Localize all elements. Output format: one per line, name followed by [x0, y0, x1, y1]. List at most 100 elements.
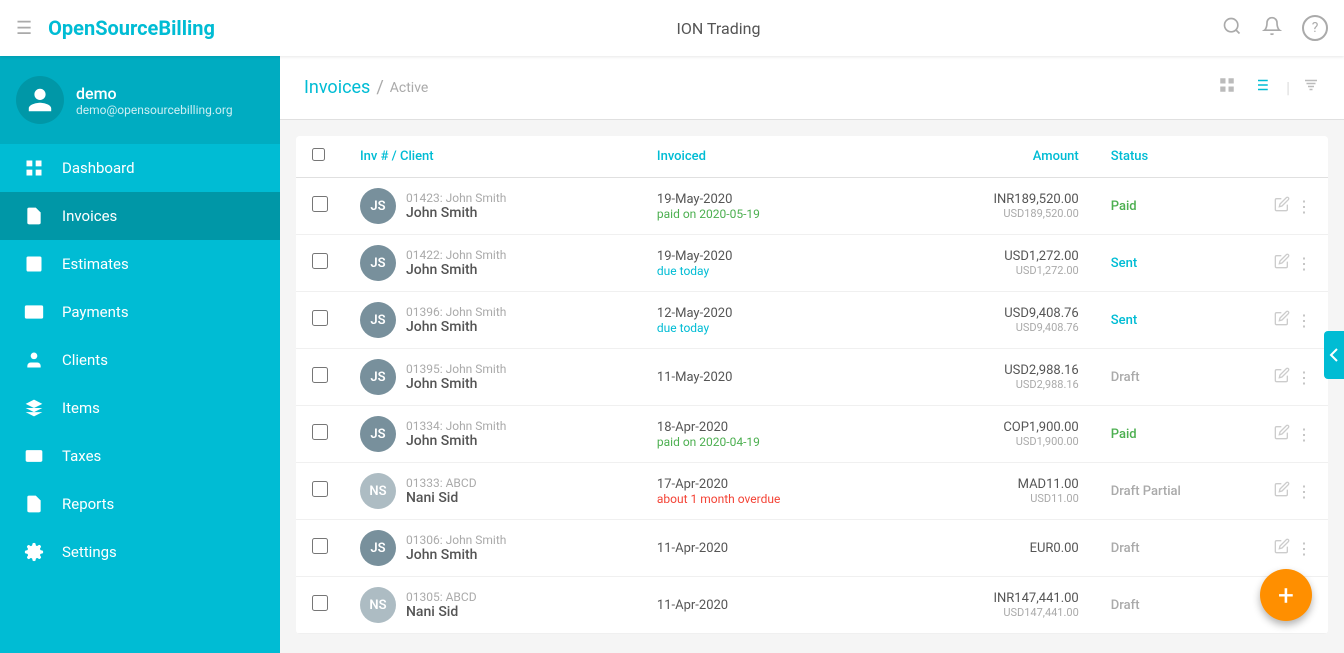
- select-all-checkbox[interactable]: [312, 148, 325, 161]
- inv-client: John Smith: [406, 205, 506, 221]
- more-options-icon[interactable]: ⋮: [1296, 482, 1312, 501]
- hamburger-icon[interactable]: ☰: [16, 18, 32, 39]
- table-row: JS 01422: John Smith John Smith 19-May-2…: [296, 235, 1328, 292]
- sidebar-item-settings[interactable]: Settings: [0, 528, 280, 576]
- row-checkbox-3[interactable]: [312, 367, 328, 383]
- table-row: JS 01306: John Smith John Smith 11-Apr-2…: [296, 520, 1328, 577]
- sidebar-item-clients[interactable]: Clients: [0, 336, 280, 384]
- sidebar-user: demo demo@opensourcebilling.org: [0, 56, 280, 144]
- row-checkbox-1[interactable]: [312, 253, 328, 269]
- right-panel-toggle[interactable]: [1324, 331, 1344, 379]
- status-badge: Sent: [1111, 256, 1137, 271]
- table-row: JS 01423: John Smith John Smith 19-May-2…: [296, 178, 1328, 235]
- status-badge: Draft: [1111, 370, 1140, 385]
- row-checkbox-6[interactable]: [312, 538, 328, 554]
- inv-number: 01396: John Smith: [406, 305, 506, 319]
- row-client-info: 01423: John Smith John Smith: [406, 191, 506, 221]
- more-options-icon[interactable]: ⋮: [1296, 425, 1312, 444]
- row-client-info: 01334: John Smith John Smith: [406, 419, 506, 449]
- row-amount-cell: EUR0.00: [900, 520, 1095, 577]
- row-client-info: 01396: John Smith John Smith: [406, 305, 506, 335]
- edit-icon[interactable]: [1274, 538, 1290, 558]
- status-badge: Sent: [1111, 313, 1137, 328]
- row-checkbox-cell: [296, 406, 344, 463]
- filter-icon[interactable]: [1302, 76, 1320, 99]
- sidebar-item-label-settings: Settings: [62, 543, 117, 561]
- row-date-cell: 12-May-2020 due today: [641, 292, 900, 349]
- inv-number: 01306: John Smith: [406, 533, 506, 547]
- inv-amount-main: INR147,441.00: [916, 591, 1079, 606]
- sidebar-item-label-payments: Payments: [62, 303, 129, 321]
- sidebar-item-reports[interactable]: Reports: [0, 480, 280, 528]
- user-email: demo@opensourcebilling.org: [76, 103, 233, 117]
- row-client-cell: JS 01396: John Smith John Smith: [344, 292, 641, 349]
- row-client-cell: NS 01333: ABCD Nani Sid: [344, 463, 641, 520]
- breadcrumb: Invoices / Active: [304, 77, 428, 98]
- inv-amount-main: USD9,408.76: [916, 306, 1079, 321]
- table-row: JS 01334: John Smith John Smith 18-Apr-2…: [296, 406, 1328, 463]
- edit-icon[interactable]: [1274, 367, 1290, 387]
- row-client-cell: JS 01422: John Smith John Smith: [344, 235, 641, 292]
- list-view-icon[interactable]: [1248, 72, 1274, 103]
- sidebar-item-payments[interactable]: Payments: [0, 288, 280, 336]
- inv-date: 18-Apr-2020: [657, 420, 884, 435]
- items-icon: [20, 398, 48, 418]
- more-options-icon[interactable]: ⋮: [1296, 368, 1312, 387]
- row-amount-cell: COP1,900.00 USD1,900.00: [900, 406, 1095, 463]
- inv-amount-sub: USD147,441.00: [916, 606, 1079, 619]
- status-badge: Paid: [1111, 427, 1137, 442]
- edit-icon[interactable]: [1274, 424, 1290, 444]
- row-status-cell: Draft ⋮: [1095, 349, 1328, 406]
- taxes-icon: [20, 446, 48, 466]
- edit-icon[interactable]: [1274, 310, 1290, 330]
- row-amount-cell: MAD11.00 USD11.00: [900, 463, 1095, 520]
- row-checkbox-7[interactable]: [312, 595, 328, 611]
- edit-icon[interactable]: [1274, 196, 1290, 216]
- row-actions: ⋮: [1274, 196, 1312, 216]
- inv-amount-main: USD2,988.16: [916, 363, 1079, 378]
- row-client-info: 01395: John Smith John Smith: [406, 362, 506, 392]
- row-client-cell: JS 01334: John Smith John Smith: [344, 406, 641, 463]
- row-actions: ⋮: [1274, 310, 1312, 330]
- row-checkbox-cell: [296, 292, 344, 349]
- edit-icon[interactable]: [1274, 253, 1290, 273]
- main-layout: demo demo@opensourcebilling.org Dashboar…: [0, 56, 1344, 653]
- top-header: ☰ OpenSourceBilling ION Trading ?: [0, 0, 1344, 56]
- add-invoice-button[interactable]: +: [1260, 569, 1312, 621]
- invoices-icon: [20, 206, 48, 226]
- inv-amount-main: USD1,272.00: [916, 249, 1079, 264]
- search-icon[interactable]: [1222, 16, 1242, 41]
- content-area: Invoices / Active |: [280, 56, 1344, 653]
- sidebar-item-label-taxes: Taxes: [62, 447, 101, 465]
- inv-amount-sub: USD11.00: [916, 492, 1079, 505]
- inv-date: 12-May-2020: [657, 306, 884, 321]
- sidebar-item-invoices[interactable]: Invoices: [0, 192, 280, 240]
- bell-icon[interactable]: [1262, 16, 1282, 41]
- row-checkbox-4[interactable]: [312, 424, 328, 440]
- inv-amount-sub: USD2,988.16: [916, 378, 1079, 391]
- row-avatar: JS: [360, 530, 396, 566]
- sidebar-item-estimates[interactable]: Estimates: [0, 240, 280, 288]
- row-date-cell: 11-May-2020: [641, 349, 900, 406]
- more-options-icon[interactable]: ⋮: [1296, 197, 1312, 216]
- row-checkbox-2[interactable]: [312, 310, 328, 326]
- row-avatar: JS: [360, 188, 396, 224]
- dashboard-icon: [20, 158, 48, 178]
- sidebar-item-taxes[interactable]: Taxes: [0, 432, 280, 480]
- header-title: ION Trading: [215, 19, 1222, 38]
- breadcrumb-sub: Active: [390, 80, 429, 96]
- row-date-cell: 18-Apr-2020 paid on 2020-04-19: [641, 406, 900, 463]
- sidebar-item-items[interactable]: Items: [0, 384, 280, 432]
- grid-view-icon[interactable]: [1214, 72, 1240, 103]
- sidebar-item-dashboard[interactable]: Dashboard: [0, 144, 280, 192]
- more-options-icon[interactable]: ⋮: [1296, 311, 1312, 330]
- row-checkbox-5[interactable]: [312, 481, 328, 497]
- more-options-icon[interactable]: ⋮: [1296, 539, 1312, 558]
- help-icon[interactable]: ?: [1302, 15, 1328, 41]
- inv-date-status: paid on 2020-05-19: [657, 207, 884, 221]
- row-checkbox-0[interactable]: [312, 196, 328, 212]
- content-wrapper: Invoices / Active |: [280, 56, 1344, 653]
- inv-date-status: about 1 month overdue: [657, 492, 884, 506]
- more-options-icon[interactable]: ⋮: [1296, 254, 1312, 273]
- edit-icon[interactable]: [1274, 481, 1290, 501]
